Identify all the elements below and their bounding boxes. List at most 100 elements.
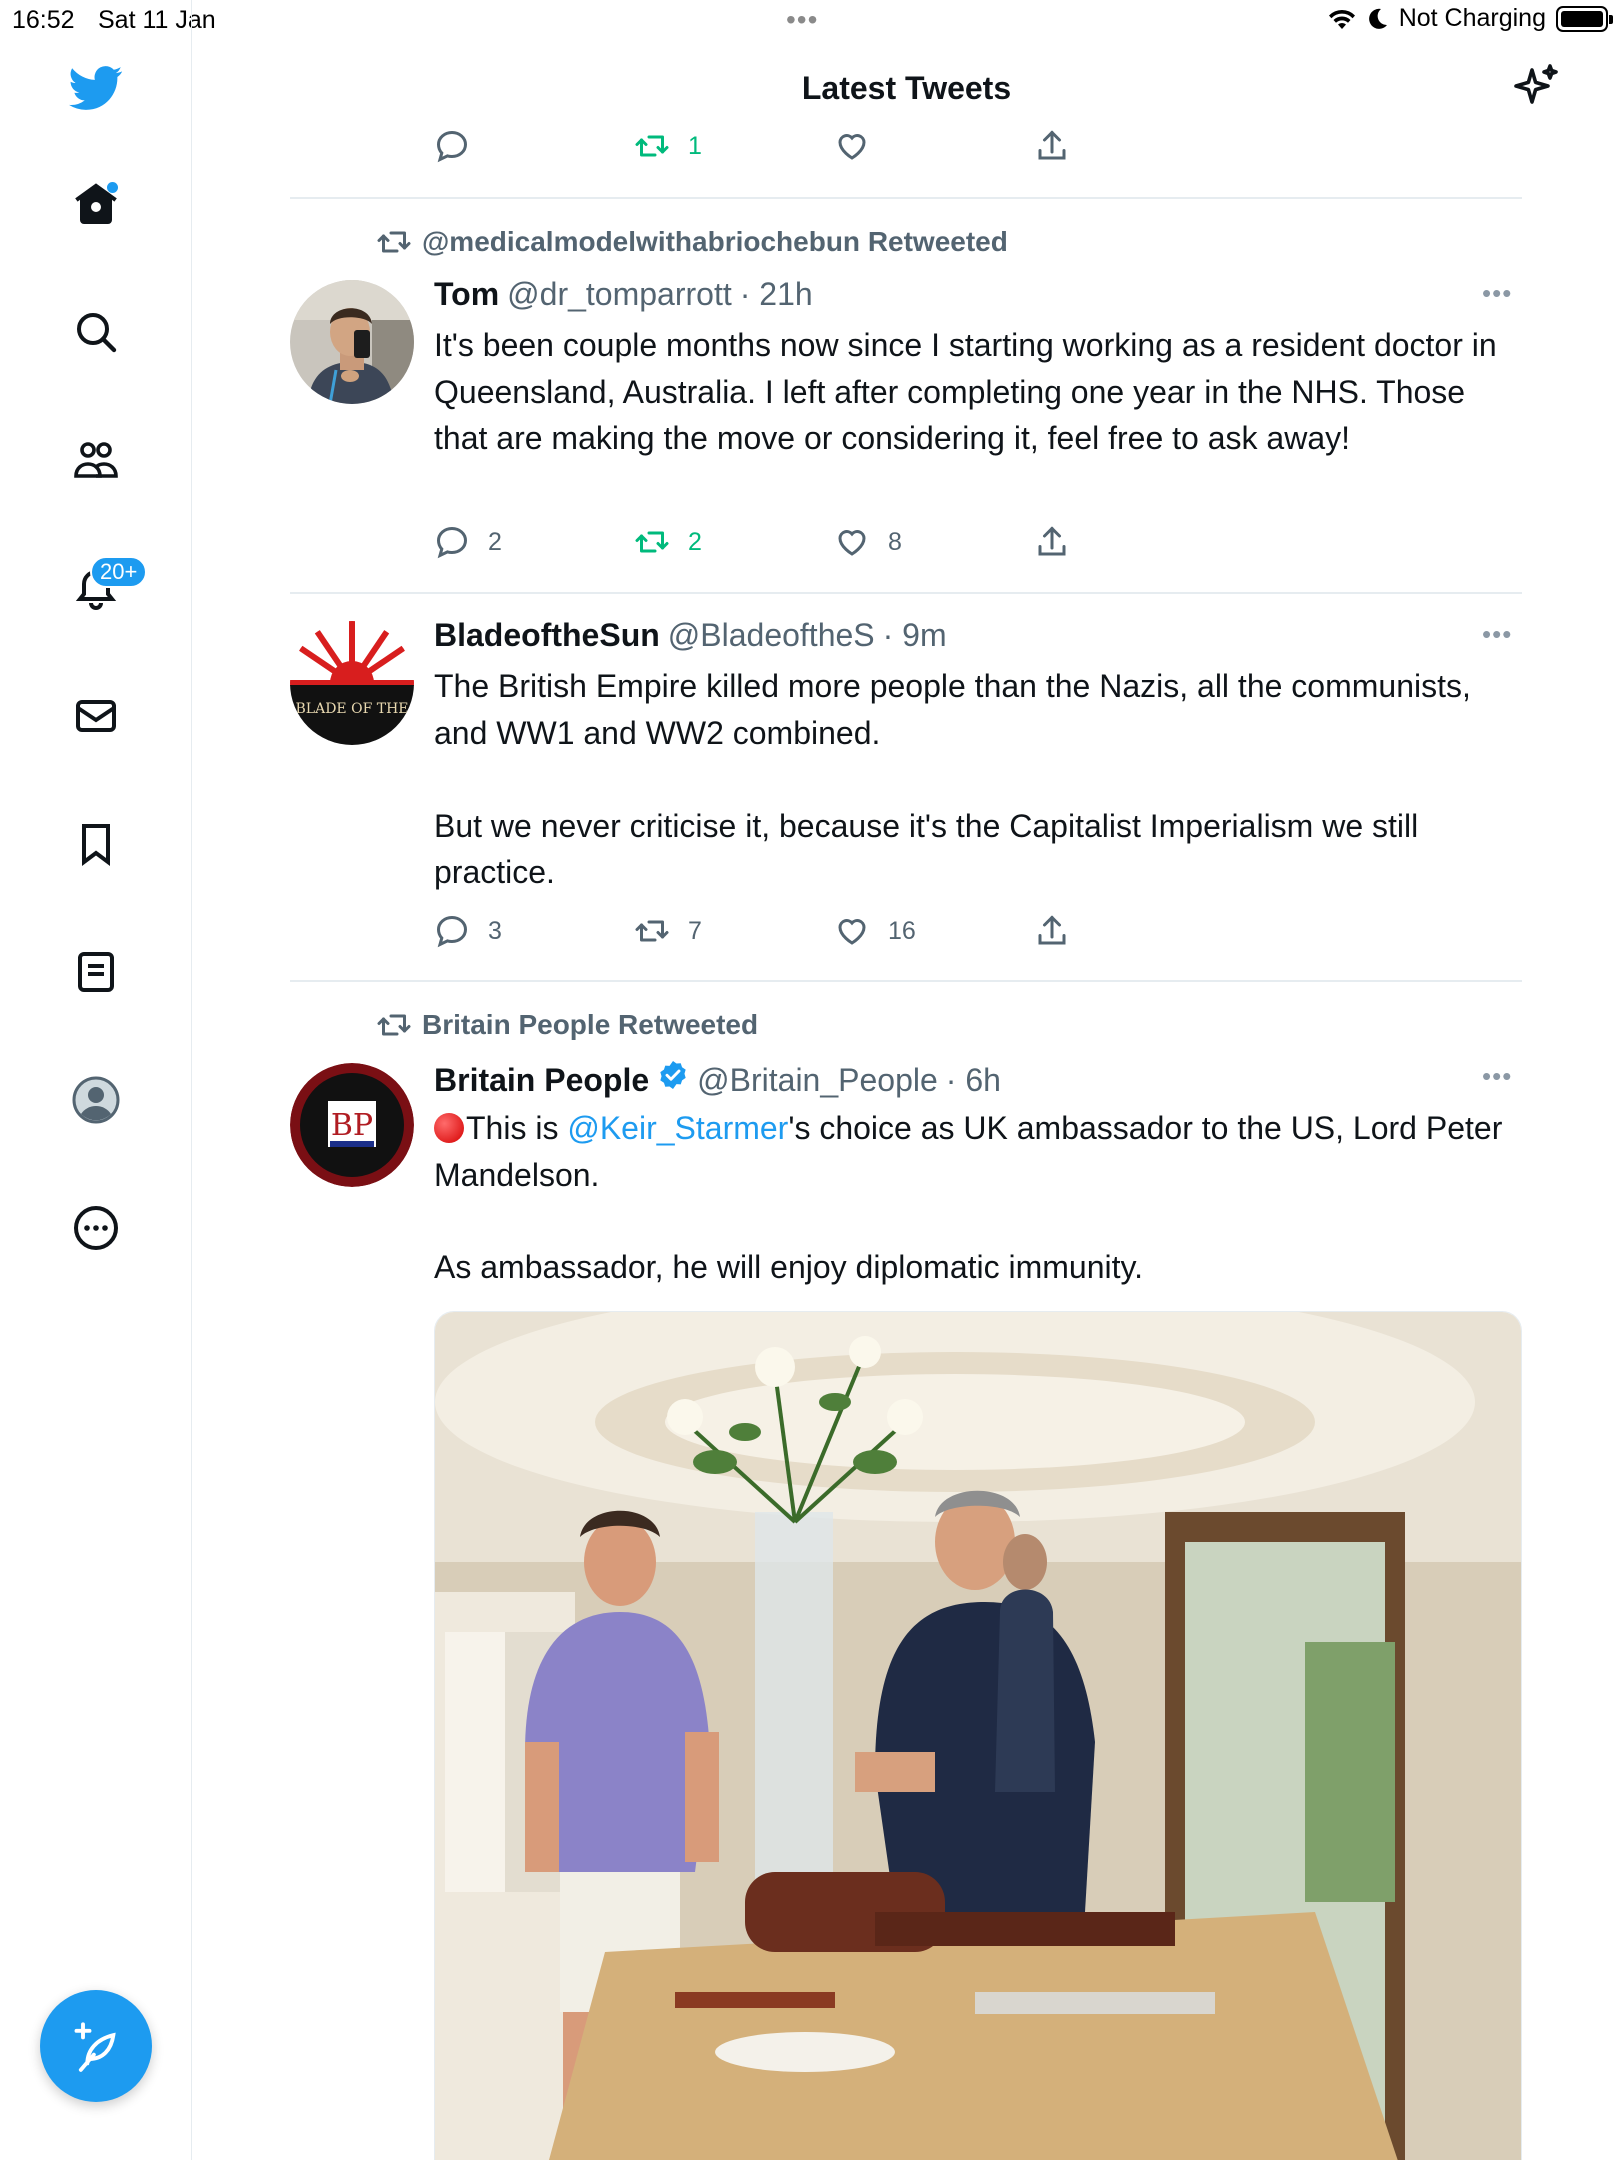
retweeted-by-label: Britain People Retweeted <box>422 1009 759 1040</box>
like-button[interactable] <box>834 128 870 164</box>
more-circle-icon <box>74 1206 118 1250</box>
red-circle-emoji-icon <box>434 1113 464 1143</box>
nav-home[interactable] <box>60 168 132 240</box>
reply-icon <box>436 915 468 948</box>
more-options-icon[interactable]: ••• <box>1482 278 1522 309</box>
nav-bookmarks[interactable] <box>60 808 132 880</box>
handle[interactable]: @dr_tomparrott <box>507 276 732 313</box>
previous-tweet-actions: 1 <box>290 128 1522 164</box>
tweet-text-prefix: This is <box>466 1110 568 1146</box>
reply-count: 2 <box>488 527 502 556</box>
page-title: Latest Tweets <box>801 70 1012 106</box>
previous-tweet-action-bar: 1 <box>434 128 1134 168</box>
nav-messages[interactable] <box>60 680 132 752</box>
retweet-count: 2 <box>688 527 702 556</box>
retweet-icon <box>635 135 669 157</box>
list-icon <box>78 952 114 992</box>
status-indicators: Not Charging <box>1327 4 1613 33</box>
divider <box>290 197 1522 199</box>
envelope-icon <box>76 700 116 732</box>
retweet-icon <box>377 231 411 253</box>
avatar[interactable]: BLADE OF THE <box>290 621 414 745</box>
avatar-text: BP <box>331 1108 373 1143</box>
share-icon <box>1038 130 1066 160</box>
retweet-count: 7 <box>688 916 702 945</box>
timestamp[interactable]: · 6h <box>946 1062 1001 1099</box>
retweeted-by-label: @medicalmodelwithabriochebun Retweeted <box>422 226 1008 257</box>
moon-icon <box>1368 8 1387 29</box>
sparkle-icon[interactable] <box>1512 62 1560 110</box>
like-button[interactable]: 8 <box>834 524 902 560</box>
handle[interactable]: @BladeoftheS <box>668 617 875 654</box>
timestamp[interactable]: · 9m <box>883 617 947 654</box>
avatar-photo <box>290 280 414 404</box>
share-button[interactable] <box>1034 913 1070 949</box>
timestamp[interactable]: · 21h <box>740 276 813 313</box>
avatar[interactable] <box>290 280 414 404</box>
reply-icon <box>436 526 468 559</box>
multitasking-dots-icon[interactable]: ••• <box>786 4 818 36</box>
communities-icon <box>74 442 118 478</box>
like-count: 8 <box>888 527 902 556</box>
nav-notifications[interactable]: 20+ <box>60 550 148 622</box>
search-icon <box>77 313 117 353</box>
compose-tweet-button[interactable] <box>40 1990 152 2102</box>
more-options-icon[interactable]: ••• <box>1482 619 1522 650</box>
avatar-bp-logo: BP <box>290 1063 414 1187</box>
share-icon <box>1038 526 1066 556</box>
profile-avatar-icon <box>72 1076 120 1124</box>
nav-profile[interactable] <box>60 1064 132 1136</box>
retweet-button[interactable]: 1 <box>634 128 702 164</box>
retweet-button[interactable]: 2 <box>634 524 702 560</box>
reply-button[interactable] <box>434 128 470 164</box>
avatar[interactable]: BP <box>290 1063 414 1187</box>
tweet-header: Britain People @Britain_People · 6h <box>434 1059 1001 1099</box>
reply-button[interactable]: 3 <box>434 913 502 949</box>
tweet-header: Tom @dr_tomparrott · 21h <box>434 276 813 313</box>
like-count: 16 <box>888 916 916 945</box>
twitter-logo-icon[interactable] <box>60 52 132 124</box>
display-name[interactable]: BladeoftheSun <box>434 617 660 654</box>
share-icon <box>1038 915 1066 945</box>
nav-communities[interactable] <box>60 424 132 496</box>
battery-icon <box>1556 5 1613 32</box>
notifications-badge: 20+ <box>90 556 148 588</box>
share-button[interactable] <box>1034 524 1070 560</box>
tweet-text: This is @Keir_Starmer's choice as UK amb… <box>434 1105 1514 1198</box>
mention-link[interactable]: @Keir_Starmer <box>567 1110 788 1146</box>
timeline-header: Latest Tweets <box>193 40 1620 140</box>
retweet-count: 1 <box>688 131 702 160</box>
like-button[interactable]: 16 <box>834 913 916 949</box>
reply-icon <box>436 130 468 163</box>
handle[interactable]: @Britain_People <box>697 1062 938 1099</box>
verified-badge-icon <box>660 1061 686 1089</box>
retweeted-by: @medicalmodelwithabriochebun Retweeted <box>376 224 1008 260</box>
share-button[interactable] <box>1034 128 1070 164</box>
display-name[interactable]: Britain People <box>434 1062 649 1099</box>
nav-lists[interactable] <box>60 936 132 1008</box>
status-bar: 16:52 Sat 11 Jan ••• Not Charging <box>0 0 1620 40</box>
nav-search[interactable] <box>60 296 132 368</box>
charging-status: Not Charging <box>1398 4 1546 32</box>
tweet-text: The British Empire killed more people th… <box>434 668 1471 890</box>
retweet-icon <box>635 920 669 942</box>
tweet-photo[interactable] <box>434 1311 1522 2160</box>
display-name[interactable]: Tom <box>434 276 499 313</box>
retweet-icon <box>377 1014 411 1036</box>
retweet-icon <box>635 531 669 553</box>
photo-scene <box>435 1312 1521 2160</box>
tweet-actions: 3 7 16 <box>434 913 1134 953</box>
reply-button[interactable]: 2 <box>434 524 502 560</box>
avatar-rising-sun: BLADE OF THE <box>290 621 414 745</box>
more-options-icon[interactable]: ••• <box>1482 1061 1522 1092</box>
nav-more[interactable] <box>60 1192 132 1264</box>
heart-icon <box>838 134 866 160</box>
wifi-icon <box>1328 9 1355 29</box>
bookmark-icon <box>82 824 110 866</box>
reply-count: 3 <box>488 916 502 945</box>
avatar-text: BLADE OF THE <box>296 701 409 717</box>
heart-icon <box>838 919 866 945</box>
retweet-button[interactable]: 7 <box>634 913 702 949</box>
tweet-actions: 2 2 8 <box>434 524 1134 564</box>
home-unread-dot <box>107 182 118 193</box>
